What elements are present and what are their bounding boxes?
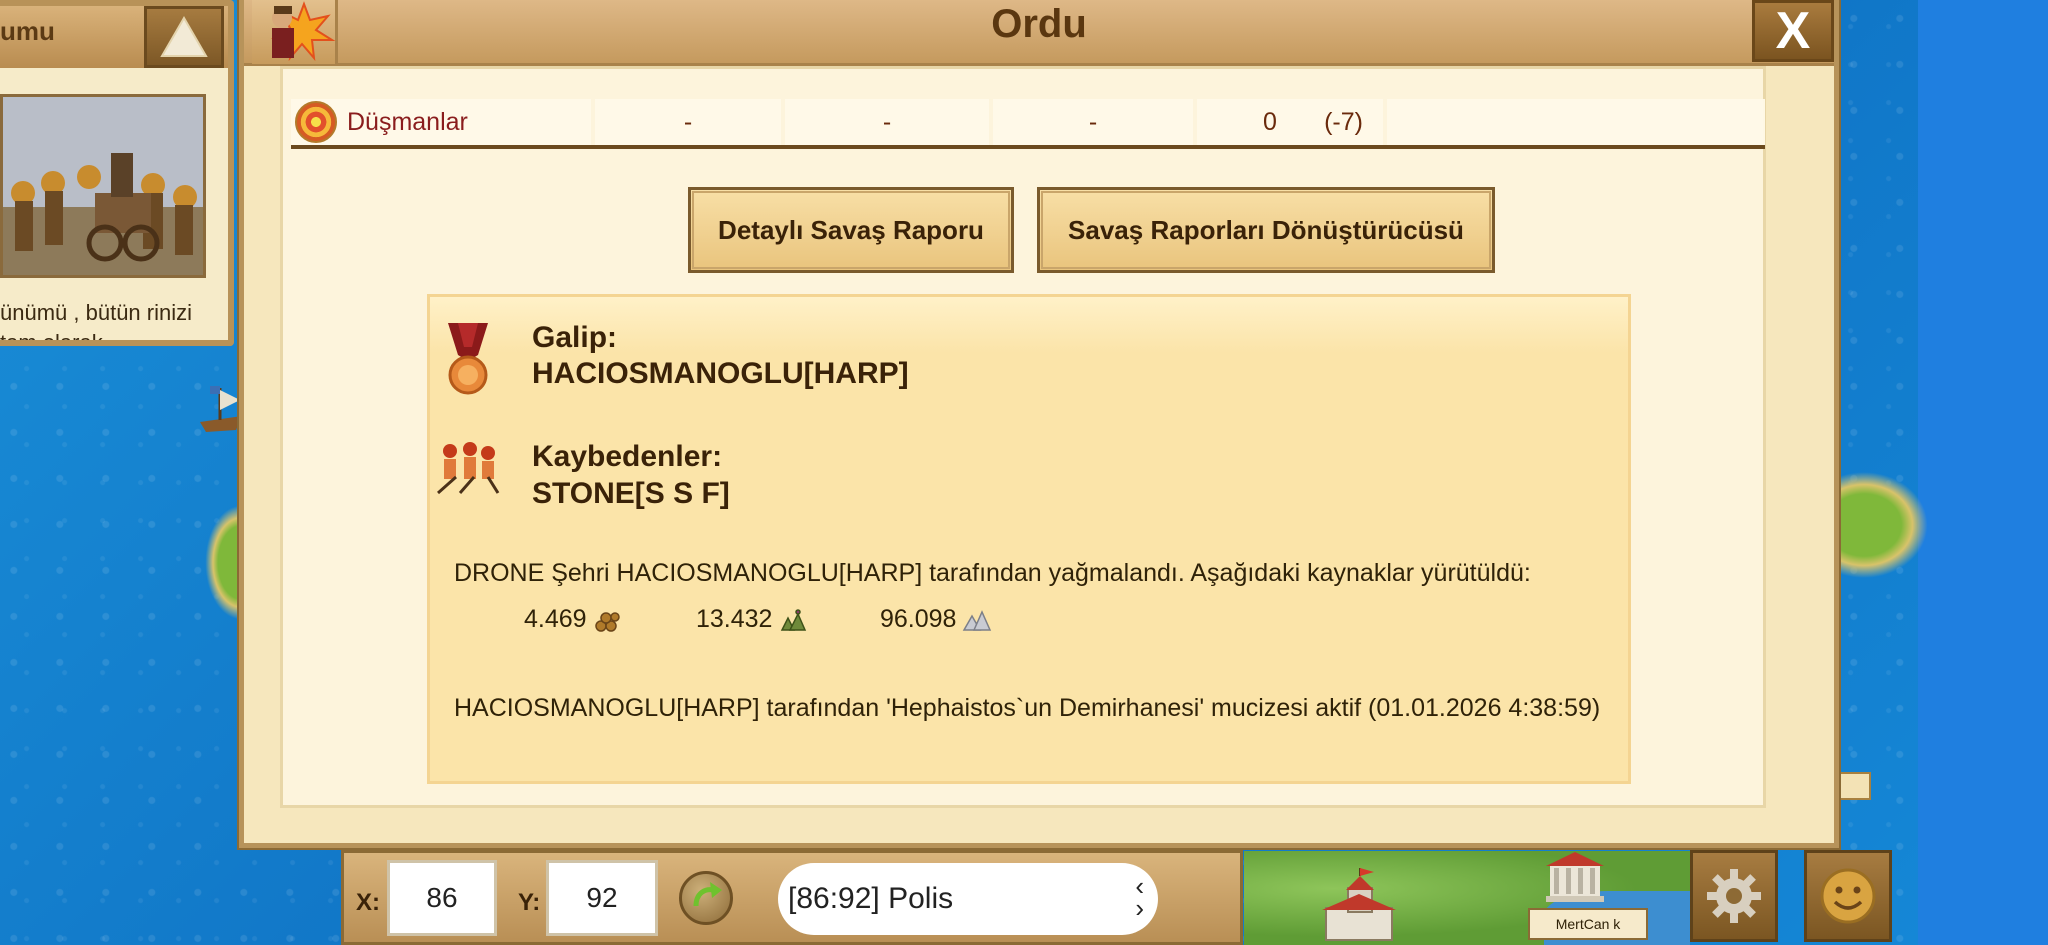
army-illustration: [0, 94, 206, 278]
losers-name[interactable]: STONE[S S F]: [532, 477, 730, 511]
gear-icon: [1707, 869, 1761, 923]
x-label: X:: [356, 889, 380, 916]
close-icon: X: [1775, 2, 1811, 60]
settings-button[interactable]: [1690, 850, 1778, 942]
enemies-row: Düşmanlar - - - 0 (-7): [291, 99, 1765, 149]
enemies-count: 0: [1263, 107, 1277, 136]
emote-button[interactable]: [1804, 850, 1892, 942]
y-label: Y:: [518, 889, 541, 916]
map-edge: [1918, 0, 2048, 945]
side-panel-text: ünümü , bütün rinizi tam olarak: [0, 300, 192, 346]
side-panel-title: umu: [0, 16, 55, 46]
city-select-value: [86:92] Polis: [788, 882, 954, 915]
smiley-icon: [1820, 868, 1876, 924]
map-marker[interactable]: [1835, 772, 1871, 800]
enemies-cell-empty: [1387, 99, 1763, 145]
army-dialog: Ordu X Düşmanlar - - - 0 (-7) Detaylı Sa…: [239, 0, 1839, 848]
enemies-cell: -: [595, 99, 785, 145]
side-panel: umu ünümü , bütün rinizi tam olarak: [0, 0, 234, 346]
enemies-cell: -: [785, 99, 993, 145]
select-chevron-icon: ‹ ›: [1135, 871, 1144, 923]
y-coordinate-input[interactable]: 92: [546, 860, 658, 936]
stone-icon: [781, 608, 807, 631]
resource-amount: 4.469: [524, 605, 587, 633]
battle-report-converter-button[interactable]: Savaş Raporları Dönüştürücüsü: [1037, 187, 1495, 273]
wonder-active-text: HACIOSMANOGLU[HARP] tarafından 'Hephaist…: [454, 694, 1601, 722]
enemies-label: Düşmanlar: [347, 107, 468, 136]
winner-name[interactable]: HACIOSMANOGLU[HARP]: [532, 357, 909, 391]
enemies-name-cell: Düşmanlar: [291, 99, 595, 145]
enemy-target-icon: [295, 101, 337, 143]
defeated-soldiers-icon: [437, 442, 500, 495]
silver-icon: [963, 609, 992, 631]
coordinate-bar: X: 86 Y: 92 [86:92] Polis ‹ ›: [341, 850, 1243, 945]
go-to-coordinates-button[interactable]: [679, 871, 733, 925]
enemies-count-delta: (-7): [1324, 107, 1363, 136]
enemies-count-cell: 0 (-7): [1197, 99, 1387, 145]
temple-icon[interactable]: [1540, 848, 1610, 904]
city-select[interactable]: [86:92] Polis ‹ ›: [778, 863, 1158, 935]
resource-amount: 96.098: [880, 605, 957, 633]
enemies-cell: -: [993, 99, 1197, 145]
jump-arrow-icon: [693, 882, 722, 907]
triangle-up-icon: [160, 16, 208, 57]
losers-label: Kaybedenler:: [532, 440, 723, 473]
resource-amount: 13.432: [696, 605, 773, 633]
resource-silver: 96.098: [880, 605, 992, 634]
dialog-header: Ordu X: [244, 0, 1834, 66]
dialog-title: Ordu: [991, 2, 1087, 46]
battle-report: Galip: HACIOSMANOGLU[HARP] Kaybedenler: …: [427, 294, 1631, 784]
player-name-tag[interactable]: MertCan k: [1528, 908, 1648, 940]
plunder-text: DRONE Şehri HACIOSMANOGLU[HARP] tarafınd…: [454, 559, 1531, 587]
wood-icon: [594, 611, 620, 632]
resource-wood: 4.469: [524, 605, 623, 634]
resource-stone: 13.432: [696, 605, 808, 634]
winner-label: Galip:: [532, 321, 618, 354]
dialog-body: Düşmanlar - - - 0 (-7) Detaylı Savaş Rap…: [280, 66, 1766, 808]
x-coordinate-input[interactable]: 86: [387, 860, 497, 936]
close-button[interactable]: X: [1752, 0, 1834, 62]
collapse-button[interactable]: [144, 6, 224, 68]
side-panel-header: umu: [0, 6, 228, 68]
medal-icon: [448, 323, 488, 395]
city-icon[interactable]: [1316, 868, 1402, 944]
detailed-battle-report-button[interactable]: Detaylı Savaş Raporu: [688, 187, 1014, 273]
